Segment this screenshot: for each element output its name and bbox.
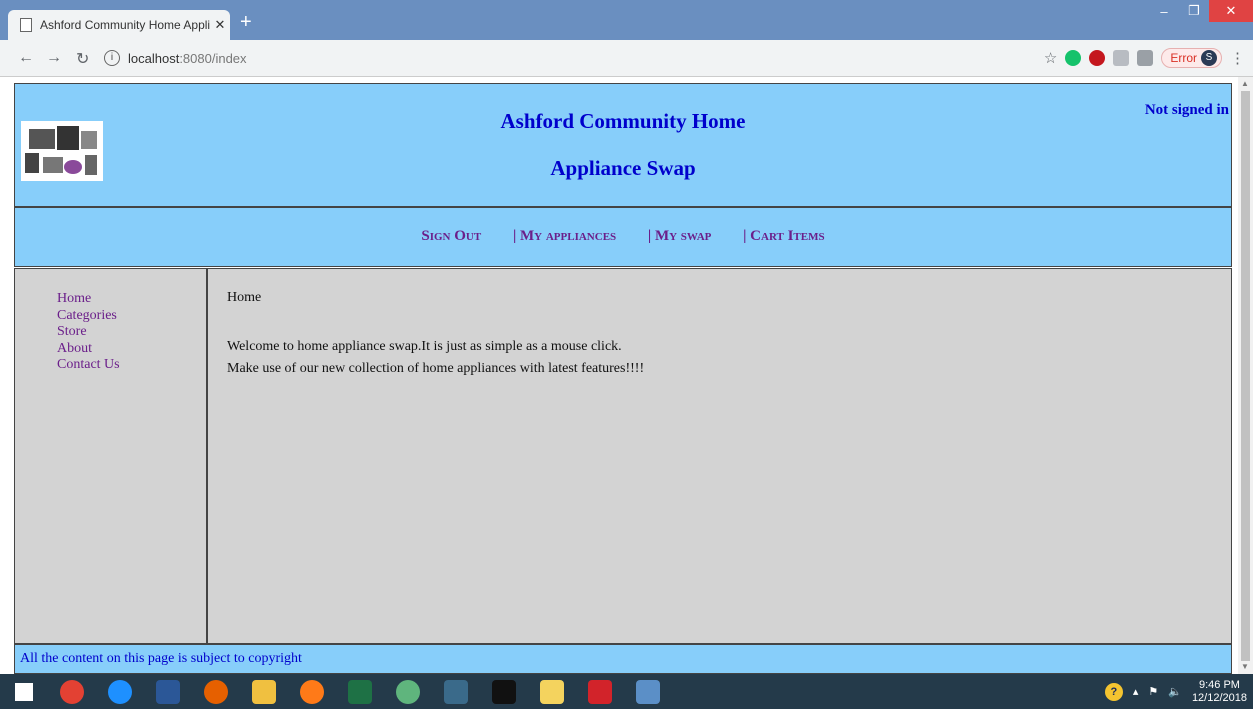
chevron-up-icon[interactable]: ▴: [1133, 685, 1139, 698]
scrollbar-thumb[interactable]: [1241, 91, 1250, 661]
acrobat-icon[interactable]: [576, 674, 624, 709]
menu-kebab-icon[interactable]: ⋮: [1230, 49, 1245, 67]
extension-icons: ☆ Error S ⋮: [1044, 48, 1245, 68]
start-icon[interactable]: [0, 674, 48, 709]
extension-square-icon[interactable]: [1137, 50, 1154, 66]
site-title-line2: Appliance Swap: [550, 156, 696, 180]
forward-icon[interactable]: →: [46, 49, 62, 67]
minimize-button[interactable]: –: [1149, 0, 1179, 22]
system-tray: ? ▴ ⚑ 🔈 9:46 PM 12/12/2018: [1104, 674, 1247, 709]
page-scrollbar[interactable]: ▲ ▼: [1238, 77, 1253, 674]
signin-status: Not signed in: [1144, 102, 1229, 118]
url-path: :8080/index: [179, 50, 247, 66]
firefox-alt-icon[interactable]: [288, 674, 336, 709]
adblock-icon[interactable]: [1089, 50, 1106, 66]
windows-taskbar: ? ▴ ⚑ 🔈 9:46 PM 12/12/2018: [0, 674, 1253, 709]
site-title-line1: Ashford Community Home: [500, 109, 746, 133]
help-icon[interactable]: ?: [1104, 682, 1123, 701]
url-host: localhost: [128, 50, 180, 66]
word-icon[interactable]: [144, 674, 192, 709]
scroll-down-icon[interactable]: ▼: [1241, 662, 1249, 671]
extension-shield-icon[interactable]: [1113, 50, 1130, 66]
clock[interactable]: 9:46 PM 12/12/2018: [1192, 679, 1247, 705]
command-prompt-icon[interactable]: [480, 674, 528, 709]
nav-my-appliances[interactable]: | My appliances: [513, 228, 616, 244]
chrome-icon[interactable]: [48, 674, 96, 709]
mysql-workbench-icon[interactable]: [432, 674, 480, 709]
welcome-text: Welcome to home appliance swap.It is jus…: [227, 339, 622, 354]
back-icon[interactable]: ←: [18, 49, 34, 67]
speaker-icon[interactable]: 🔈: [1168, 685, 1182, 698]
bookmark-star-icon[interactable]: ☆: [1044, 49, 1057, 67]
tab-close-icon[interactable]: ✕: [210, 17, 230, 33]
page-title: Home: [227, 290, 262, 305]
firefox-icon[interactable]: [192, 674, 240, 709]
browser-tab[interactable]: Ashford Community Home Appli ✕: [8, 10, 230, 40]
avatar: S: [1201, 50, 1217, 66]
nav-my-swap[interactable]: | My swap: [648, 228, 711, 244]
sidebar-item-store[interactable]: Store: [57, 324, 206, 341]
flag-icon[interactable]: ⚑: [1148, 685, 1158, 698]
error-label: Error: [1170, 51, 1197, 65]
folder-icon[interactable]: [528, 674, 576, 709]
grammarly-icon[interactable]: [1065, 50, 1082, 66]
browser-toolbar: ← → ↻ i localhost:8080/index ☆ Error S ⋮: [0, 40, 1253, 77]
site-header: Ashford Community Home Appliance Swap No…: [14, 83, 1232, 207]
page-icon: [20, 18, 32, 32]
sidebar: Home Categories Store About Contact Us: [14, 268, 207, 644]
close-window-button[interactable]: ✕: [1209, 0, 1253, 22]
copyright-text: All the content on this page is subject …: [20, 651, 302, 666]
main-content: Home Welcome to home appliance swap.It i…: [207, 268, 1232, 644]
excel-icon[interactable]: [336, 674, 384, 709]
main-nav: Sign Out | My appliances | My swap | Car…: [14, 207, 1232, 267]
sidebar-item-home[interactable]: Home: [57, 291, 206, 308]
tab-strip: Ashford Community Home Appli ✕ + – ❐ ✕: [0, 0, 1253, 40]
page-viewport: Ashford Community Home Appliance Swap No…: [0, 77, 1238, 674]
profile-error-button[interactable]: Error S: [1161, 48, 1222, 68]
sidebar-item-about[interactable]: About: [57, 341, 206, 358]
tab-title: Ashford Community Home Appli: [40, 18, 210, 32]
file-explorer-icon[interactable]: [240, 674, 288, 709]
reload-icon[interactable]: ↻: [76, 49, 89, 69]
nav-cart-items[interactable]: | Cart Items: [743, 228, 825, 244]
nav-sign-out[interactable]: Sign Out: [421, 228, 481, 244]
maximize-button[interactable]: ❐: [1179, 0, 1209, 22]
sidebar-item-categories[interactable]: Categories: [57, 308, 206, 325]
address-bar[interactable]: i localhost:8080/index: [104, 47, 974, 69]
scroll-up-icon[interactable]: ▲: [1241, 79, 1249, 88]
clock-time: 9:46 PM: [1198, 678, 1240, 691]
internet-explorer-icon[interactable]: [96, 674, 144, 709]
clock-date: 12/12/2018: [1191, 691, 1247, 704]
new-tab-button[interactable]: +: [240, 12, 252, 32]
site-footer: All the content on this page is subject …: [14, 644, 1232, 674]
window-controls: – ❐ ✕: [1149, 0, 1253, 22]
sidebar-item-contact-us[interactable]: Contact Us: [57, 357, 206, 374]
virtualbox-icon[interactable]: [624, 674, 672, 709]
atom-icon[interactable]: [384, 674, 432, 709]
site-info-icon[interactable]: i: [104, 50, 120, 66]
promo-text: Make use of our new collection of home a…: [227, 361, 645, 376]
